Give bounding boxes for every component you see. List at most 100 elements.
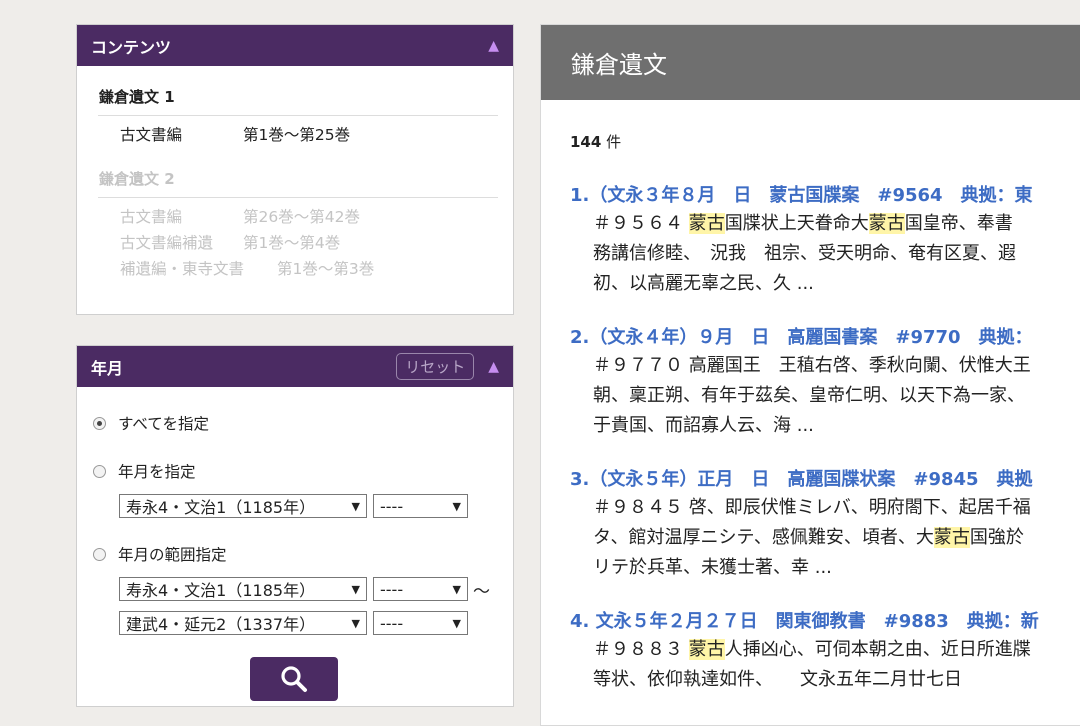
range-start-era-select[interactable]: 寿永4・文治1（1185年） ▼ (119, 577, 367, 601)
date-panel: 年月 リセット ▲ (76, 345, 514, 707)
dropdown-arrow-icon: ▼ (452, 499, 461, 513)
snippet-text: 国皇帝、奉書 (904, 213, 1013, 234)
collapse-triangle-icon[interactable]: ▲ (488, 38, 499, 54)
date-panel-header[interactable]: 年月 リセット ▲ (77, 346, 513, 387)
results-title: 鎌倉遺文 (571, 51, 667, 79)
result-count-unit: 件 (606, 133, 622, 151)
snippet-line: 朝、稟正朔、有年于茲矣、皇帝仁明、以天下為一家、 (593, 381, 1033, 411)
snippet-text: 人挿凶心、可伺本朝之由、近日所進牒 (724, 639, 1031, 660)
snippet-line: ＃９５６４ 蒙古国牒状上天眷命大蒙古国皇帝、奉書 (593, 209, 1033, 239)
magnifier-icon (281, 666, 307, 692)
snippet-line: 等状、依仰執達如件、 文永五年二月廿七日 (593, 665, 1039, 695)
snippet-text: ＃９５６４ (593, 213, 689, 234)
select-value: 寿永4・文治1（1185年） (126, 581, 316, 600)
range-separator: 〜 (473, 582, 490, 602)
collapse-triangle-icon[interactable]: ▲ (488, 359, 499, 375)
snippet-line: 務講信修睦、 況我 祖宗、受天明命、奄有区夏、遐 (593, 239, 1033, 269)
result-item: 2.（文永４年）９月 日 高麗国書案 #9770 典拠： ＃９７７０ 高麗国王 王… (570, 327, 1033, 441)
snippet-line: 于貴国、而詔寡人云、海 ... (593, 411, 1033, 441)
result-snippet: ＃９５６４ 蒙古国牒状上天眷命大蒙古国皇帝、奉書 務講信修睦、 況我 祖宗、受天明… (570, 209, 1033, 299)
result-snippet: ＃９８４５ 啓、即辰伏惟ミレバ、明府閤下、起居千福 タ、館対温厚ニシテ、感佩難安、… (570, 493, 1033, 583)
range-start-month-select[interactable]: ---- ▼ (373, 577, 468, 601)
snippet-text: 等状、依仰執達如件、 文永五年二月廿七日 (593, 669, 962, 690)
radio-label: 年月の範囲指定 (118, 546, 227, 564)
content-name: 古文書編 (120, 208, 183, 226)
snippet-text: 于貴国、而詔寡人云、海 ... (593, 415, 814, 436)
content-range: 第1巻〜第4巻 (243, 234, 341, 252)
highlight-term: 蒙古 (688, 639, 725, 660)
snippet-text: ＃９７７０ 高麗国王 王稙右啓、季秋向闌、伏惟大王 (593, 355, 1031, 376)
result-item: 3.（文永５年）正月 日 高麗国牒状案 #9845 典拠 ＃９８４５ 啓、即辰伏惟… (570, 469, 1033, 583)
snippet-text: ＃９８８３ (593, 639, 689, 660)
radio-label: すべてを指定 (118, 415, 209, 433)
radio-circle-icon[interactable] (93, 464, 106, 478)
dropdown-arrow-icon: ▼ (351, 582, 360, 596)
select-value: 寿永4・文治1（1185年） (126, 498, 316, 517)
dropdown-arrow-icon: ▼ (351, 616, 360, 630)
content-range: 第1巻〜第25巻 (243, 126, 351, 144)
content-name: 古文書編補遺 (120, 234, 214, 252)
highlight-term: 蒙古 (868, 213, 905, 234)
content-name: 補遺編・東寺文書 (120, 260, 245, 278)
content-row: 古文書編 第26巻〜第42巻 (98, 204, 498, 230)
snippet-text: 朝、稟正朔、有年于茲矣、皇帝仁明、以天下為一家、 (593, 385, 1025, 406)
snippet-line: タ、館対温厚ニシテ、感佩難安、頃者、大蒙古国強於 (593, 523, 1033, 553)
result-snippet: ＃９７７０ 高麗国王 王稙右啓、季秋向闌、伏惟大王 朝、稟正朔、有年于茲矣、皇帝仁… (570, 351, 1033, 441)
month-select[interactable]: ---- ▼ (373, 494, 468, 518)
section-title-kamakura-1[interactable]: 鎌倉遺文 1 (98, 82, 498, 116)
snippet-text: 国牒状上天眷命大 (724, 213, 869, 234)
radio-all[interactable]: すべてを指定 (93, 412, 209, 434)
select-value: ---- (380, 496, 404, 516)
era-select[interactable]: 寿永4・文治1（1185年） ▼ (119, 494, 367, 518)
results-panel: 鎌倉遺文 144 件 1.（文永３年８月 日 蒙古国牒案 #9564 典拠：東＃… (540, 24, 1080, 726)
radio-circle-icon[interactable] (93, 416, 106, 430)
section-title-kamakura-2: 鎌倉遺文 2 (98, 164, 498, 198)
snippet-text: 初、以高麗无辜之民、久 ... (593, 273, 814, 294)
radio-label: 年月を指定 (118, 463, 196, 481)
highlight-term: 蒙古 (933, 527, 970, 548)
snippet-line: 初、以高麗无辜之民、久 ... (593, 269, 1033, 299)
highlight-term: 蒙古 (688, 213, 725, 234)
content-range: 第1巻〜第3巻 (277, 260, 375, 278)
result-count-number: 144 (570, 133, 602, 151)
dropdown-arrow-icon: ▼ (452, 582, 461, 596)
search-button[interactable] (250, 657, 338, 701)
snippet-text: リテ於兵革、未獲士著、幸 ... (593, 557, 832, 578)
select-value: ---- (380, 613, 404, 633)
result-title-link[interactable]: 1.（文永３年８月 日 蒙古国牒案 #9564 典拠：東 (570, 185, 1033, 207)
snippet-text: タ、館対温厚ニシテ、感佩難安、頃者、大 (593, 527, 934, 548)
contents-panel-title: コンテンツ (91, 37, 172, 57)
content-row: 古文書編補遺 第1巻〜第4巻 (98, 230, 498, 256)
result-title-link[interactable]: 2.（文永４年）９月 日 高麗国書案 #9770 典拠： (570, 327, 1033, 349)
dropdown-arrow-icon: ▼ (351, 499, 360, 513)
result-title-link[interactable]: 3.（文永５年）正月 日 高麗国牒状案 #9845 典拠 (570, 469, 1033, 491)
content-row[interactable]: 古文書編 第1巻〜第25巻 (98, 122, 498, 148)
results-header: 鎌倉遺文 (541, 25, 1080, 100)
select-value: ---- (380, 579, 404, 599)
snippet-line: ＃９７７０ 高麗国王 王稙右啓、季秋向闌、伏惟大王 (593, 351, 1033, 381)
result-item: 4. 文永５年２月２７日 関東御教書 #9883 典拠：新 ＃９８８３ 蒙古人挿凶… (570, 611, 1039, 695)
content-range: 第26巻〜第42巻 (243, 208, 360, 226)
dropdown-arrow-icon: ▼ (452, 616, 461, 630)
snippet-line: ＃９８４５ 啓、即辰伏惟ミレバ、明府閤下、起居千福 (593, 493, 1033, 523)
radio-month[interactable]: 年月を指定 (93, 460, 196, 482)
select-value: 建武4・延元2（1337年） (126, 615, 316, 634)
content-name: 古文書編 (120, 126, 183, 144)
result-item: 1.（文永３年８月 日 蒙古国牒案 #9564 典拠：東 ＃９５６４ 蒙古国牒状上… (570, 185, 1033, 299)
result-snippet: ＃９８８３ 蒙古人挿凶心、可伺本朝之由、近日所進牒等状、依仰執達如件、 文永五年… (570, 635, 1039, 695)
snippet-text: ＃９８４５ 啓、即辰伏惟ミレバ、明府閤下、起居千福 (593, 497, 1031, 518)
contents-panel: コンテンツ ▲ 鎌倉遺文 1 古文書編 第1巻〜第25巻 鎌倉遺文 2 古文書編… (76, 24, 514, 315)
snippet-line: ＃９８８３ 蒙古人挿凶心、可伺本朝之由、近日所進牒 (593, 635, 1039, 665)
radio-circle-icon[interactable] (93, 547, 106, 561)
reset-button[interactable]: リセット (396, 353, 475, 380)
snippet-text: 務講信修睦、 況我 祖宗、受天明命、奄有区夏、遐 (593, 243, 1016, 264)
result-title-link[interactable]: 4. 文永５年２月２７日 関東御教書 #9883 典拠：新 (570, 611, 1039, 633)
range-end-era-select[interactable]: 建武4・延元2（1337年） ▼ (119, 611, 367, 635)
date-panel-title: 年月 (91, 358, 124, 378)
content-row: 補遺編・東寺文書 第1巻〜第3巻 (98, 256, 498, 282)
snippet-line: リテ於兵革、未獲士著、幸 ... (593, 553, 1033, 583)
radio-range[interactable]: 年月の範囲指定 (93, 543, 227, 565)
range-end-month-select[interactable]: ---- ▼ (373, 611, 468, 635)
contents-panel-header[interactable]: コンテンツ ▲ (77, 25, 513, 66)
result-count: 144 件 (570, 131, 621, 152)
